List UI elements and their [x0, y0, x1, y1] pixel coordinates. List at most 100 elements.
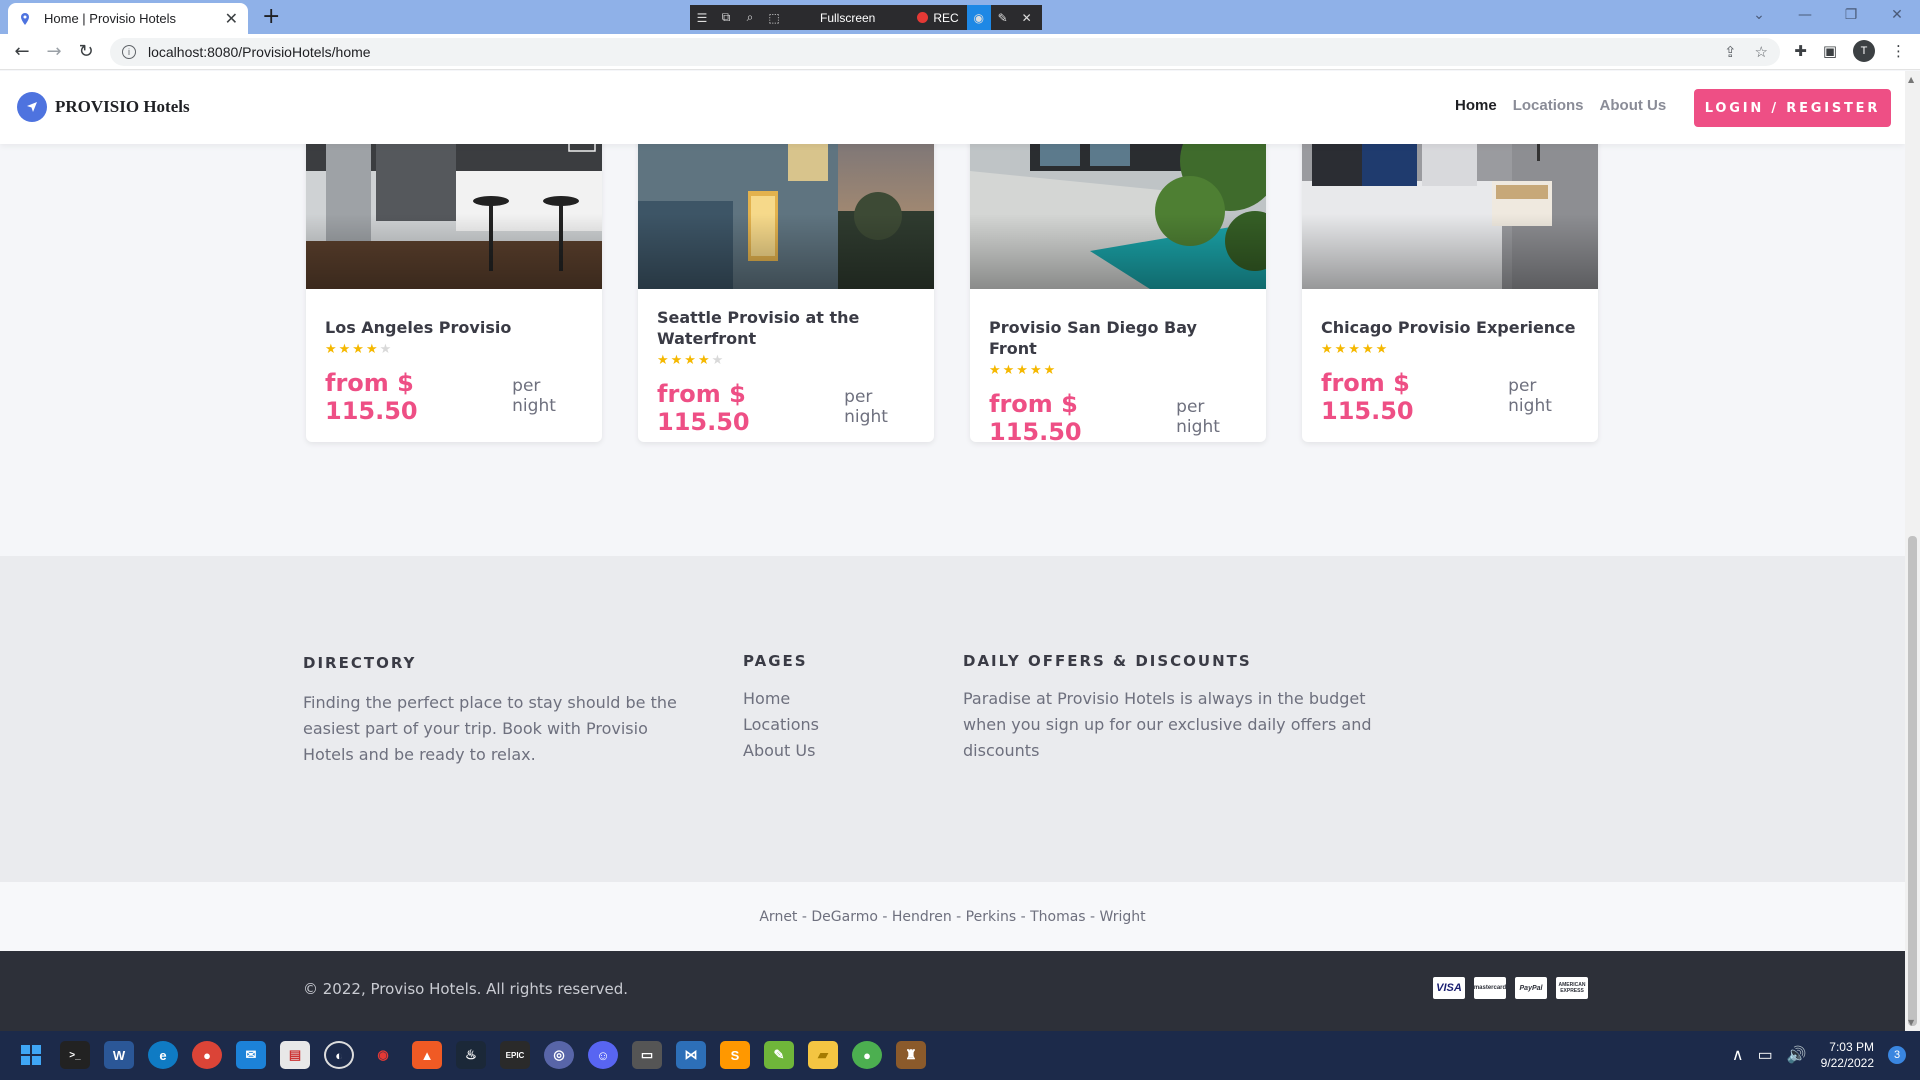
mail-icon[interactable]: ✉: [236, 1041, 266, 1069]
nav-home[interactable]: Home: [1455, 97, 1497, 114]
brand-name: PROVISIO Hotels: [55, 97, 190, 116]
card-body: Seattle Provisio at the Waterfront ★★★★★…: [657, 307, 918, 436]
more-menu-icon[interactable]: ⋮: [1891, 42, 1906, 60]
tab-search-icon[interactable]: ⌄: [1736, 0, 1782, 30]
crop-icon[interactable]: ⬚: [762, 5, 786, 30]
file-explorer-icon[interactable]: ▰: [808, 1041, 838, 1069]
compass-logo-icon: [17, 92, 47, 122]
bookmark-star-icon[interactable]: ☆: [1755, 43, 1768, 61]
amex-icon: AMERICAN EXPRESS: [1556, 977, 1588, 999]
browser-tab-strip: Home | Provisio Hotels ✕ + ☰ ⧉ ⌕ ⬚ Fulls…: [0, 0, 1920, 34]
star-rating: ★★★★★: [989, 363, 1058, 378]
mastercard-icon: mastercard: [1474, 977, 1506, 999]
hotel-card[interactable]: Seattle Provisio at the Waterfront ★★★★★…: [638, 101, 934, 442]
hotel-name[interactable]: Chicago Provisio Experience: [1321, 317, 1582, 338]
profile-avatar[interactable]: T: [1853, 40, 1875, 62]
card-body: Provisio San Diego Bay Front ★★★★★ from …: [989, 317, 1250, 442]
scroll-up-icon[interactable]: ▲: [1908, 75, 1914, 84]
hotel-name[interactable]: Seattle Provisio at the Waterfront: [657, 307, 918, 349]
payment-icons: VISA mastercard PayPal AMERICAN EXPRESS: [1433, 977, 1588, 999]
discord-icon[interactable]: ☺: [588, 1041, 618, 1069]
notification-badge[interactable]: 3: [1888, 1046, 1906, 1064]
main-nav: Home Locations About Us: [1455, 97, 1666, 114]
extensions-icon[interactable]: ✚: [1794, 42, 1807, 60]
browser-tab[interactable]: Home | Provisio Hotels ✕: [8, 3, 248, 34]
side-panel-icon[interactable]: ▣: [1823, 42, 1837, 60]
scrollbar-thumb[interactable]: [1908, 536, 1917, 1026]
tab-title: Home | Provisio Hotels: [44, 11, 176, 26]
browser-toolbar: ← → ↻ i localhost:8080/ProvisioHotels/ho…: [0, 34, 1920, 70]
windows-start-icon[interactable]: [16, 1041, 46, 1069]
footer-link-locations[interactable]: Locations: [743, 712, 923, 738]
directory-text: Finding the perfect place to stay should…: [303, 693, 677, 764]
price: from $ 115.50: [989, 390, 1082, 442]
hotel-card[interactable]: Los Angeles Provisio ★★★★★ from $ 115.50…: [306, 101, 602, 442]
terminal-icon[interactable]: >_: [60, 1041, 90, 1069]
new-tab-button[interactable]: +: [262, 4, 280, 29]
notepad-icon[interactable]: ✎: [764, 1041, 794, 1069]
drive-icon[interactable]: ▭: [632, 1041, 662, 1069]
price-unit: per night: [1176, 397, 1220, 437]
fullscreen-label[interactable]: Fullscreen: [820, 11, 875, 25]
url-text[interactable]: localhost:8080/ProvisioHotels/home: [148, 44, 371, 60]
footer-link-about[interactable]: About Us: [743, 738, 923, 764]
edge-icon[interactable]: e: [148, 1041, 178, 1069]
pages-links: Home Locations About Us: [743, 686, 923, 764]
site-info-icon[interactable]: i: [122, 45, 136, 59]
page-scrollbar[interactable]: ▲ ▼: [1905, 71, 1920, 1031]
price-row: from $ 115.50 per night: [325, 369, 586, 425]
vpn-icon[interactable]: ◎: [544, 1041, 574, 1069]
paypal-icon: PayPal: [1515, 977, 1547, 999]
chrome-profile-icon[interactable]: ●: [852, 1041, 882, 1069]
minimize-icon[interactable]: —: [1782, 0, 1828, 30]
nav-about[interactable]: About Us: [1600, 97, 1667, 114]
webcam-icon[interactable]: ◉: [966, 5, 991, 30]
sublime-icon[interactable]: S: [720, 1041, 750, 1069]
window-capture-icon[interactable]: ⧉: [714, 5, 738, 30]
back-icon[interactable]: ←: [6, 41, 38, 62]
reload-icon[interactable]: ↻: [70, 41, 102, 62]
obs-icon[interactable]: ◐: [324, 1041, 354, 1069]
clock[interactable]: 7:03 PM 9/22/2022: [1821, 1039, 1874, 1071]
hotel-name[interactable]: Provisio San Diego Bay Front: [989, 317, 1250, 359]
star-rating: ★★★★★: [325, 342, 394, 357]
forward-icon[interactable]: →: [38, 41, 70, 62]
presentation-app-icon[interactable]: ▤: [280, 1041, 310, 1069]
steam-icon[interactable]: ♨: [456, 1041, 486, 1069]
hotel-card[interactable]: Chicago Provisio Experience ★★★★★ from $…: [1302, 101, 1598, 442]
brave-icon[interactable]: ▲: [412, 1041, 442, 1069]
price-row: from $ 115.50 per night: [1321, 369, 1582, 425]
word-icon[interactable]: W: [104, 1041, 134, 1069]
rec-label[interactable]: REC: [933, 11, 958, 25]
visual-studio-icon[interactable]: ⋈: [676, 1041, 706, 1069]
address-bar[interactable]: i localhost:8080/ProvisioHotels/home ⇪ ☆: [110, 38, 1780, 66]
game-icon[interactable]: ♜: [896, 1041, 926, 1069]
clock-time: 7:03 PM: [1829, 1040, 1874, 1054]
volume-icon[interactable]: 🔊: [1787, 1045, 1807, 1065]
close-tab-icon[interactable]: ✕: [225, 9, 238, 29]
price: from $ 115.50: [325, 369, 418, 425]
hotel-card-grid: Los Angeles Provisio ★★★★★ from $ 115.50…: [306, 101, 1598, 442]
network-icon[interactable]: ▭: [1758, 1045, 1773, 1065]
close-window-icon[interactable]: ✕: [1874, 0, 1920, 30]
zoom-icon[interactable]: ⌕: [738, 5, 762, 30]
share-icon[interactable]: ⇪: [1724, 43, 1737, 61]
menu-icon[interactable]: ☰: [690, 5, 714, 30]
brand[interactable]: PROVISIO Hotels: [17, 92, 190, 122]
close-recorder-icon[interactable]: ✕: [1015, 5, 1039, 30]
card-body: Chicago Provisio Experience ★★★★★ from $…: [1321, 317, 1582, 425]
offers-heading: DAILY OFFERS & DISCOUNTS: [963, 652, 1252, 670]
tray-overflow-icon[interactable]: ∧: [1732, 1045, 1744, 1065]
hotel-card[interactable]: Provisio San Diego Bay Front ★★★★★ from …: [970, 101, 1266, 442]
hotel-name[interactable]: Los Angeles Provisio: [325, 317, 586, 338]
scroll-down-icon[interactable]: ▼: [1908, 1018, 1914, 1027]
nav-locations[interactable]: Locations: [1513, 97, 1584, 114]
footer-link-home[interactable]: Home: [743, 686, 923, 712]
chrome-icon[interactable]: ●: [192, 1041, 222, 1069]
epic-games-icon[interactable]: EPIC: [500, 1041, 530, 1069]
screen-recorder-toolbar: ☰ ⧉ ⌕ ⬚ Fullscreen REC ◉ ✎ ✕: [690, 5, 1042, 30]
pen-icon[interactable]: ✎: [991, 5, 1015, 30]
record-icon[interactable]: ◉: [368, 1041, 398, 1069]
login-register-button[interactable]: LOGIN / REGISTER: [1694, 89, 1891, 127]
restore-icon[interactable]: ❐: [1828, 0, 1874, 30]
